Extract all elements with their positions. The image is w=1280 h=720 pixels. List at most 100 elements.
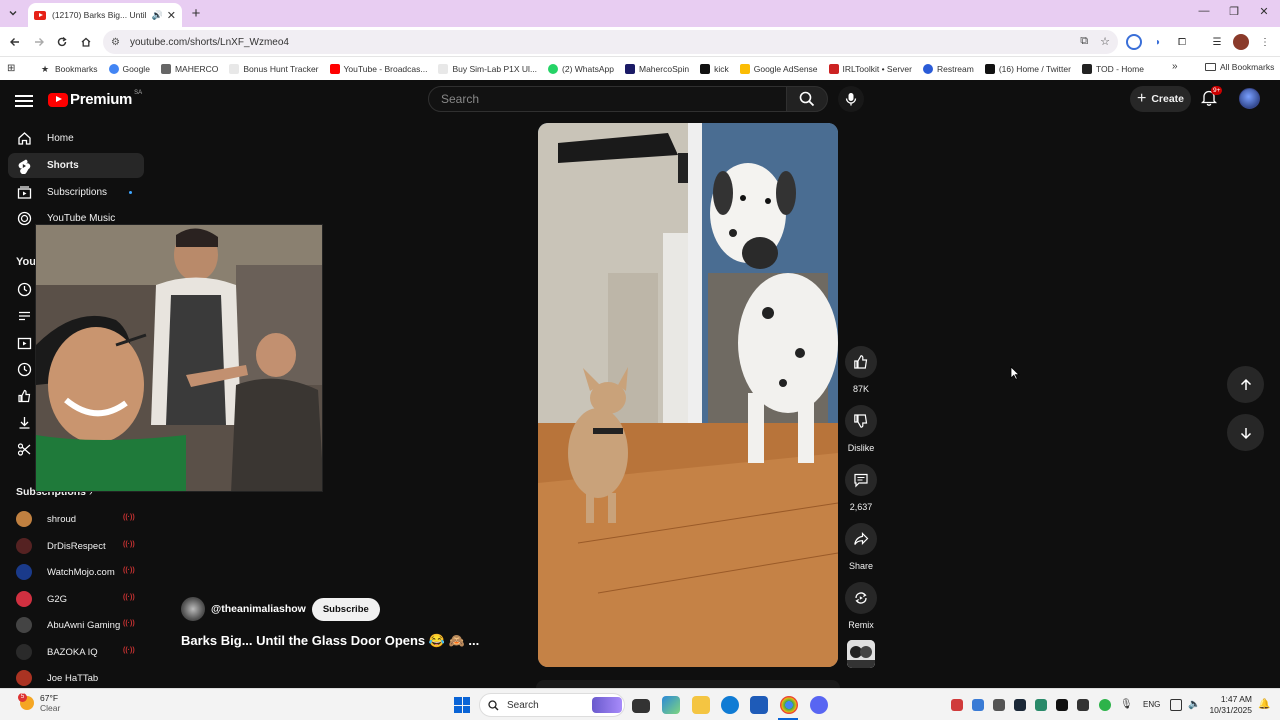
maximize-icon[interactable]: ❐ (1224, 5, 1244, 18)
language-indicator[interactable]: ENG (1143, 700, 1160, 709)
forward-icon[interactable] (30, 33, 48, 51)
speaker-icon[interactable]: 🔊 (152, 10, 163, 21)
more-bookmarks-icon[interactable]: » (1172, 61, 1178, 72)
clips-icon[interactable] (16, 441, 32, 457)
sound-thumbnail[interactable] (847, 640, 875, 668)
subscription-channel[interactable]: WatchMojo.com ((·)) (16, 562, 136, 582)
tray-app-icon[interactable] (1035, 699, 1047, 711)
extension-icon[interactable] (1126, 34, 1142, 50)
subscription-channel[interactable]: AbuAwni Gaming ((·)) (16, 615, 136, 635)
tab-search-icon[interactable] (4, 4, 22, 22)
liked-videos-icon[interactable] (16, 388, 32, 404)
close-tab-icon[interactable]: ✕ (167, 9, 176, 22)
subscription-channel[interactable]: DrDisRespect ((·)) (16, 536, 136, 556)
account-avatar[interactable] (1239, 88, 1260, 109)
subscribe-button[interactable]: Subscribe (311, 597, 380, 621)
steam-icon[interactable] (1014, 699, 1026, 711)
sidebar-item-subscriptions[interactable]: Subscriptions (8, 180, 144, 205)
back-icon[interactable] (6, 33, 24, 51)
playlists-icon[interactable] (16, 308, 32, 324)
minimize-icon[interactable]: — (1194, 5, 1214, 17)
bookmark-item[interactable]: Restream (922, 63, 974, 74)
extensions-puzzle-icon[interactable]: ⧠ (1174, 34, 1190, 50)
discord-icon[interactable] (810, 696, 828, 714)
bookmark-item[interactable]: (16) Home / Twitter (984, 63, 1071, 74)
bookmark-item[interactable]: Google AdSense (739, 63, 818, 74)
remix-button[interactable] (845, 582, 877, 614)
comments-button[interactable] (845, 464, 877, 496)
bookmark-item[interactable]: Buy Sim-Lab P1X Ul... (438, 63, 537, 74)
voice-search-button[interactable] (838, 86, 864, 112)
volume-icon[interactable]: 🔈 (1188, 699, 1200, 711)
system-clock[interactable]: 1:47 AM 10/31/2025 (1206, 694, 1252, 716)
profile-avatar[interactable] (1233, 34, 1249, 50)
tray-app-icon[interactable] (993, 699, 1005, 711)
bookmark-item[interactable]: MahercoSpin (625, 63, 689, 74)
watch-later-icon[interactable] (16, 361, 32, 377)
share-button[interactable] (845, 523, 877, 555)
sidebar-item-shorts[interactable]: Shorts (8, 153, 144, 178)
microphone-icon[interactable]: 🎙 (1120, 699, 1133, 711)
next-short-button[interactable] (1227, 414, 1264, 451)
chrome-icon[interactable] (780, 696, 798, 714)
new-tab-icon[interactable]: + (188, 5, 204, 22)
bookmark-item[interactable]: YouTube - Broadcas... (329, 63, 427, 74)
copilot-icon[interactable] (662, 696, 680, 714)
history-icon[interactable] (16, 281, 32, 297)
task-view-icon[interactable] (632, 699, 650, 713)
reload-icon[interactable] (53, 33, 71, 51)
channel-name[interactable]: @theanimaliashow (211, 603, 306, 615)
url-bar[interactable]: ⚙ youtube.com/shorts/LnXF_Wzmeo4 ⧉ ☆ (103, 30, 1118, 54)
tray-app-icon[interactable] (1077, 699, 1089, 711)
file-explorer-icon[interactable] (692, 696, 710, 714)
search-button[interactable] (786, 86, 828, 112)
bookmark-item[interactable]: (2) WhatsApp (548, 63, 614, 74)
all-bookmarks-button[interactable]: All Bookmarks (1205, 62, 1274, 72)
bookmark-item[interactable]: kick (700, 63, 729, 74)
extension-icon[interactable]: ◗ (1150, 34, 1166, 50)
site-info-icon[interactable]: ⚙ (111, 37, 123, 48)
tray-app-icon[interactable] (1056, 699, 1068, 711)
notifications-bell-icon[interactable]: 🔔 (1258, 699, 1270, 711)
subscription-channel[interactable]: BAZOKA IQ ((·)) (16, 642, 136, 662)
dislike-button[interactable] (845, 405, 877, 437)
edge-icon[interactable] (721, 696, 739, 714)
weather-widget[interactable]: 5 67°F Clear (18, 693, 60, 713)
close-window-icon[interactable]: ✕ (1254, 5, 1274, 18)
bookmark-item[interactable]: Bonus Hunt Tracker (229, 63, 319, 74)
microsoft-store-icon[interactable] (750, 696, 768, 714)
subscription-channel[interactable]: shroud ((·)) (16, 509, 136, 529)
tray-app-icon[interactable] (1099, 699, 1111, 711)
start-button[interactable] (454, 697, 470, 713)
notifications-button[interactable]: 9+ (1201, 86, 1223, 109)
menu-icon[interactable] (15, 92, 33, 110)
bookmark-item[interactable]: IRLToolkit • Server (828, 63, 912, 74)
youtube-premium-logo[interactable]: Premium SA (48, 90, 142, 108)
create-button[interactable]: + Create (1130, 86, 1191, 112)
apps-grid-icon[interactable]: ⊞ (7, 63, 21, 74)
like-button[interactable] (845, 346, 877, 378)
subscription-channel[interactable]: Joe HaTTab (16, 668, 136, 688)
subscription-channel[interactable]: G2G ((·)) (16, 589, 136, 609)
bookmark-item[interactable]: MAHERCO (160, 63, 218, 74)
bookmark-item[interactable]: TOD - Home (1081, 63, 1144, 74)
bookmark-star-icon[interactable]: ☆ (1100, 35, 1110, 48)
menu-dots-icon[interactable]: ⋮ (1257, 34, 1273, 50)
previous-short-button[interactable] (1227, 366, 1264, 403)
install-app-icon[interactable]: ⧉ (1080, 35, 1088, 48)
downloads-icon[interactable] (16, 414, 32, 430)
tray-app-icon[interactable] (972, 699, 984, 711)
taskbar-search[interactable]: Search (479, 693, 625, 717)
channel-avatar[interactable] (181, 597, 205, 621)
bookmark-item[interactable]: Google (108, 63, 150, 74)
your-videos-icon[interactable] (16, 335, 32, 351)
network-icon[interactable] (1170, 699, 1182, 711)
sidebar-item-home[interactable]: Home (8, 126, 144, 151)
reading-list-icon[interactable]: ☰ (1209, 34, 1225, 50)
tray-app-icon[interactable] (951, 699, 963, 711)
search-input[interactable]: Search (428, 86, 787, 112)
bookmark-item[interactable]: ★ Bookmarks (41, 64, 98, 74)
short-title[interactable]: Barks Big... Until the Glass Door Opens … (181, 633, 479, 649)
home-icon[interactable] (77, 33, 95, 51)
short-video-player[interactable] (538, 123, 838, 667)
